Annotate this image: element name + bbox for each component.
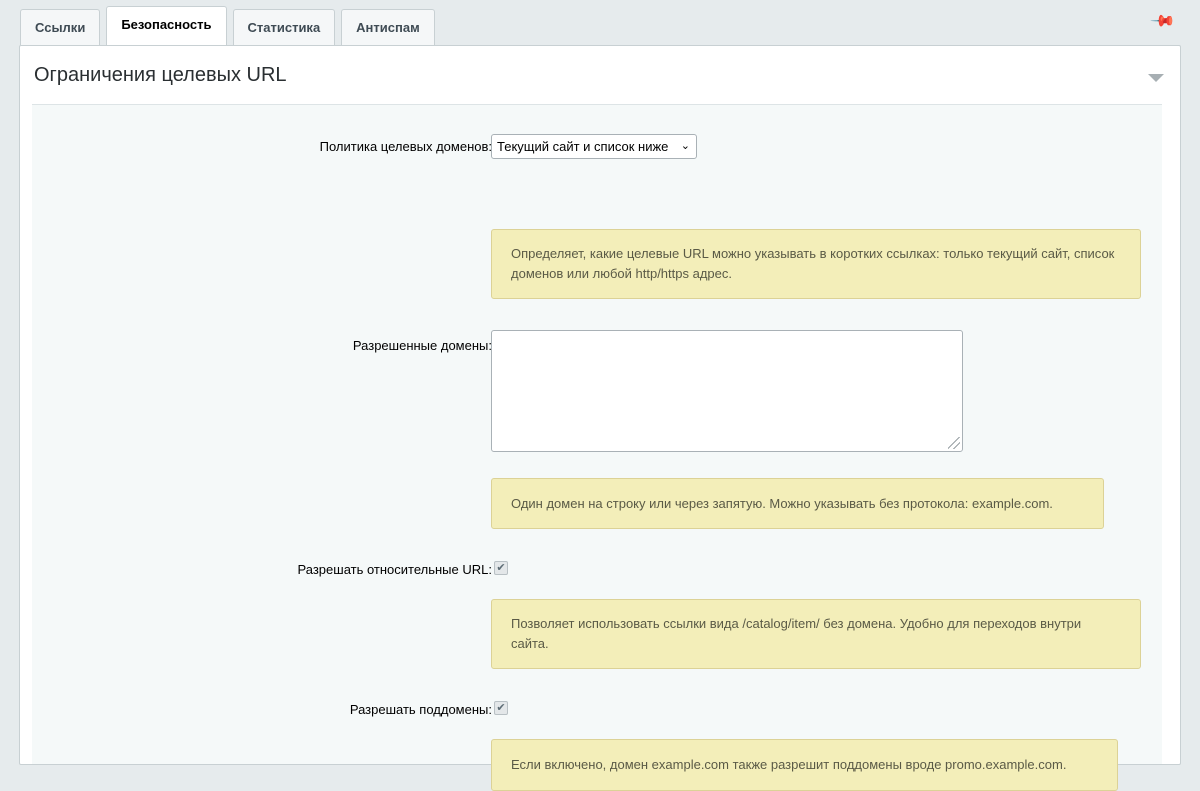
- panel-header: Ограничения целевых URL: [20, 46, 1180, 104]
- form-area: Политика целевых доменов: Текущий сайт и…: [32, 104, 1162, 791]
- tab-bar: Ссылки Безопасность Статистика Антиспам: [20, 5, 441, 46]
- tab-antispam[interactable]: Антиспам: [341, 9, 435, 45]
- pin-icon[interactable]: 📌: [1148, 8, 1176, 36]
- collapse-arrow-icon[interactable]: [1148, 74, 1164, 82]
- allow-subdomains-hint: Если включено, домен example.com также р…: [491, 739, 1118, 791]
- chevron-down-icon: ⌄: [680, 140, 690, 152]
- allow-relative-hint: Позволяет использовать ссылки вида /cata…: [491, 599, 1141, 669]
- check-icon: ✔: [496, 562, 506, 574]
- tab-links[interactable]: Ссылки: [20, 9, 101, 45]
- domain-policy-selected: Текущий сайт и список ниже: [497, 139, 669, 154]
- allowed-domains-label: Разрешенные домены:: [352, 338, 492, 353]
- domain-policy-select[interactable]: Текущий сайт и список ниже ⌄: [491, 134, 697, 159]
- allow-relative-label: Разрешать относительные URL:: [297, 562, 492, 577]
- panel-title: Ограничения целевых URL: [34, 63, 287, 86]
- domain-policy-hint: Определяет, какие целевые URL можно указ…: [491, 229, 1141, 299]
- resize-handle-icon[interactable]: [948, 437, 960, 449]
- settings-panel: Ограничения целевых URL Политика целевых…: [19, 45, 1181, 791]
- tab-security[interactable]: Безопасность: [106, 6, 227, 46]
- allow-subdomains-label: Разрешать поддомены:: [349, 702, 492, 717]
- allow-relative-checkbox[interactable]: ✔: [494, 561, 508, 575]
- domain-policy-label: Политика целевых доменов:: [319, 139, 492, 154]
- allowed-domains-textarea[interactable]: [491, 330, 963, 452]
- tab-statistics[interactable]: Статистика: [232, 9, 336, 45]
- allowed-domains-hint: Один домен на строку или через запятую. …: [491, 478, 1104, 529]
- check-icon: ✔: [496, 702, 506, 714]
- allow-subdomains-checkbox[interactable]: ✔: [494, 701, 508, 715]
